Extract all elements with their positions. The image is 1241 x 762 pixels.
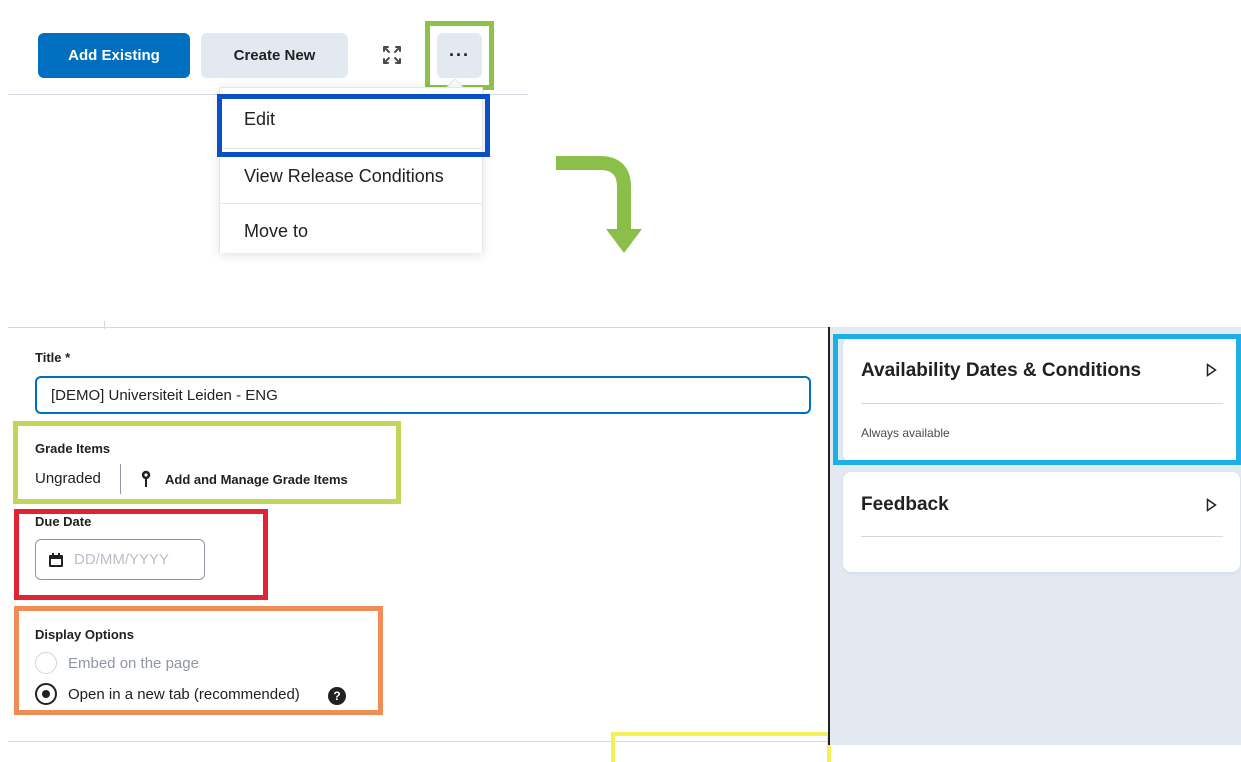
highlight-display-options bbox=[14, 606, 383, 715]
create-new-button[interactable]: Create New bbox=[201, 33, 348, 78]
curved-arrow-icon bbox=[556, 156, 642, 253]
highlight-availability bbox=[833, 334, 1241, 465]
highlight-grade-items bbox=[13, 421, 401, 504]
highlight-bottom bbox=[611, 732, 831, 762]
form-notch bbox=[104, 321, 105, 329]
title-input[interactable]: [DEMO] Universiteit Leiden - ENG bbox=[35, 376, 811, 414]
feedback-divider bbox=[861, 536, 1223, 537]
add-existing-button[interactable]: Add Existing bbox=[38, 33, 190, 78]
menu-item-label: View Release Conditions bbox=[244, 165, 444, 186]
highlight-more-button bbox=[425, 21, 494, 90]
menu-item-move-to[interactable]: Move to bbox=[220, 203, 482, 258]
feedback-title: Feedback bbox=[861, 494, 949, 515]
feedback-card[interactable]: Feedback bbox=[843, 472, 1240, 572]
fullscreen-icon[interactable] bbox=[381, 44, 403, 66]
highlight-due-date bbox=[14, 509, 268, 600]
title-label: Title * bbox=[35, 350, 71, 365]
menu-item-label: Move to bbox=[244, 220, 309, 241]
form-top-divider bbox=[8, 327, 828, 328]
highlight-edit-item bbox=[217, 94, 490, 157]
expand-triangle-icon[interactable] bbox=[1206, 498, 1217, 512]
panel-divider bbox=[828, 327, 830, 745]
